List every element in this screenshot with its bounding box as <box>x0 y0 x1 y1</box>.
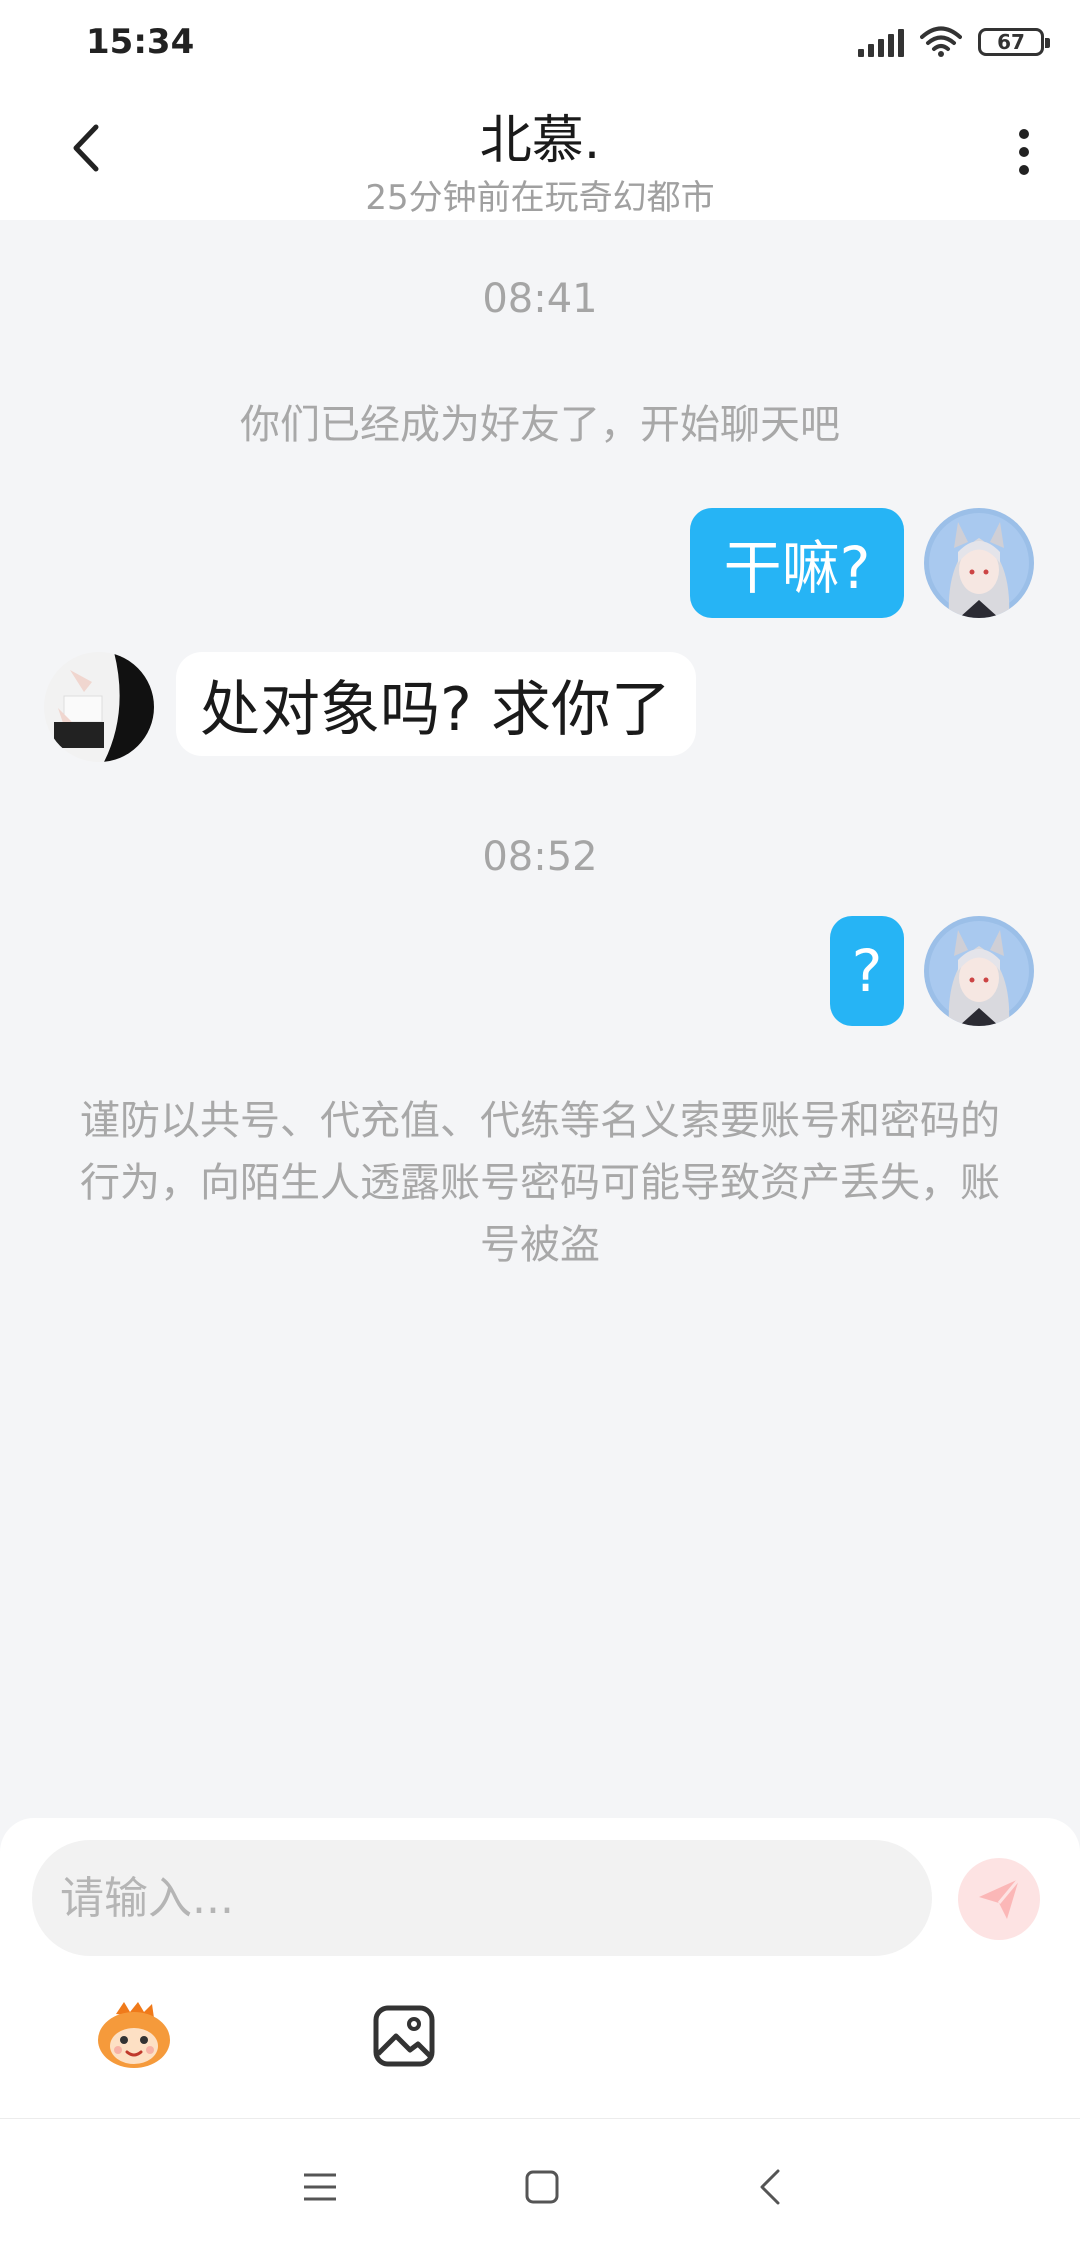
system-note: 你们已经成为好友了，开始聊天吧 <box>240 402 840 448</box>
outgoing-message[interactable]: 干嘛? <box>690 508 904 618</box>
send-icon <box>979 1878 1021 1919</box>
signal-icon <box>858 27 904 57</box>
image-button[interactable] <box>372 2004 436 2068</box>
status-bar: 15:34 67 <box>0 0 1080 88</box>
more-options-button[interactable] <box>1004 122 1044 182</box>
wifi-icon <box>920 26 962 57</box>
status-icons: 67 <box>858 26 1050 58</box>
message-text: 干嘛? <box>723 534 871 602</box>
contact-name: 北慕. <box>479 111 601 171</box>
emoji-mascot-icon <box>98 2002 170 2068</box>
anime-avatar-icon <box>924 508 1034 618</box>
incoming-message[interactable]: 处对象吗? 求你了 <box>176 652 696 756</box>
battery-icon: 67 <box>978 28 1050 56</box>
photo-avatar-icon <box>44 652 154 762</box>
message-timestamp: 08:52 <box>482 834 598 880</box>
more-vertical-icon <box>1019 129 1029 139</box>
security-warning: 谨防以共号、代充值、代练等名义索要账号和密码的行为，向陌生人透露账号密码可能导致… <box>80 1098 1000 1268</box>
chat-header: 北慕. 25分钟前在玩奇幻都市 <box>0 88 1080 220</box>
system-nav-bar <box>0 2118 1080 2249</box>
outgoing-message[interactable]: ? <box>830 916 904 1026</box>
message-text: 处对象吗? 求你了 <box>200 674 671 745</box>
chevron-left-icon <box>760 2169 780 2205</box>
send-button[interactable] <box>958 1858 1040 1940</box>
emoji-button[interactable] <box>94 2000 174 2070</box>
my-avatar[interactable] <box>924 508 1034 618</box>
square-icon <box>525 2170 559 2204</box>
menu-icon <box>304 2173 336 2201</box>
message-text: ? <box>851 937 883 1005</box>
my-avatar[interactable] <box>924 916 1034 1026</box>
friend-avatar[interactable] <box>44 652 154 762</box>
input-panel <box>0 1818 1080 2118</box>
image-icon <box>373 2005 435 2067</box>
status-time: 15:34 <box>86 22 195 62</box>
recent-apps-button[interactable] <box>290 2157 350 2217</box>
system-back-button[interactable] <box>740 2157 800 2217</box>
message-input[interactable] <box>32 1840 932 1956</box>
message-timestamp: 08:41 <box>482 276 598 322</box>
contact-status: 25分钟前在玩奇幻都市 <box>365 178 715 218</box>
home-button[interactable] <box>512 2157 572 2217</box>
anime-avatar-icon <box>924 916 1034 1026</box>
